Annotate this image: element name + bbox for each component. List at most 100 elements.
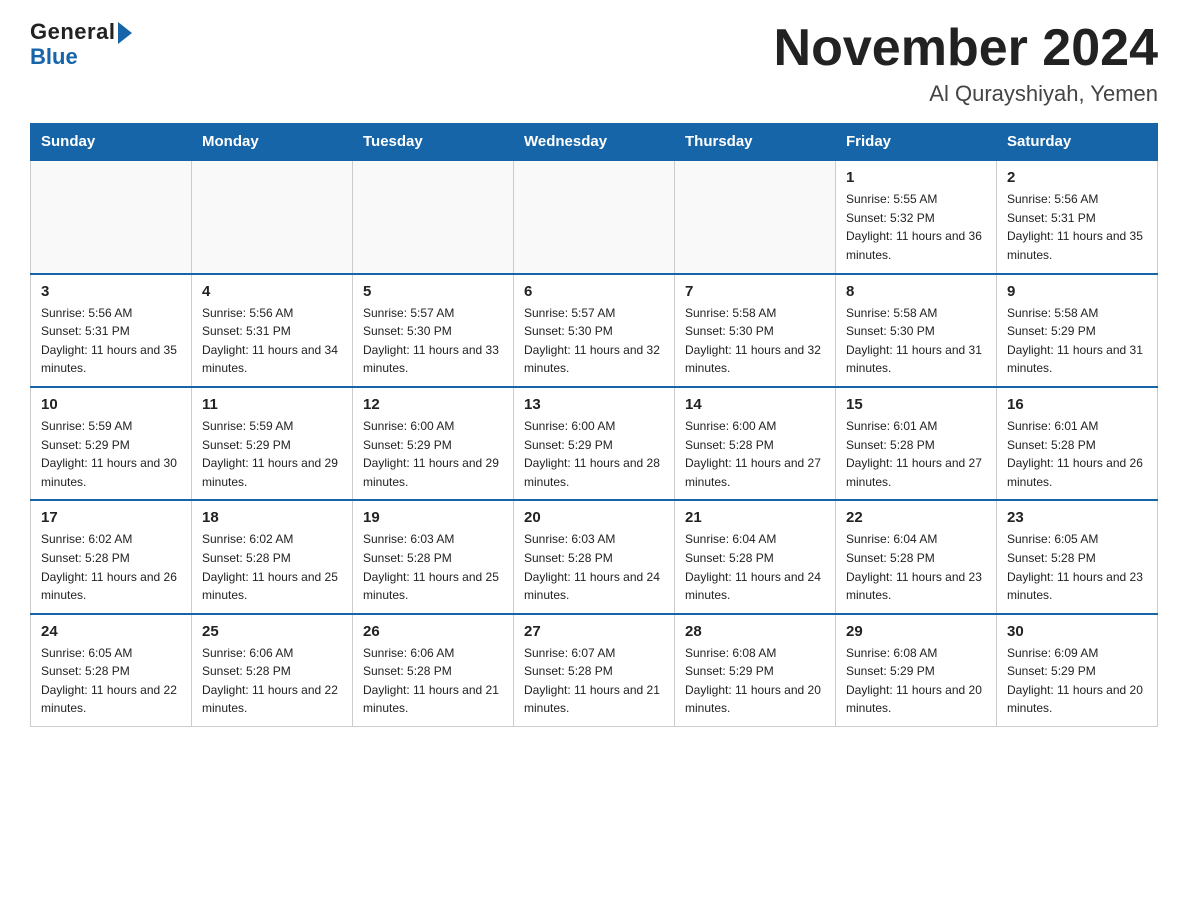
logo: General Blue <box>30 20 132 70</box>
calendar-cell: 7Sunrise: 5:58 AMSunset: 5:30 PMDaylight… <box>675 274 836 387</box>
day-number: 28 <box>685 623 825 640</box>
calendar-week-5: 24 Sunrise: 6:05 AMSunset: 5:28 PMDayligh… <box>31 614 1158 727</box>
day-info: Sunrise: 5:58 AMSunset: 5:29 PMDaylight:… <box>1007 304 1147 378</box>
calendar-cell: 2 Sunrise: 5:56 AMSunset: 5:31 PMDaylight… <box>997 160 1158 273</box>
calendar-cell: 14 Sunrise: 6:00 AMSunset: 5:28 PMDayligh… <box>675 387 836 500</box>
day-number: 10 <box>41 396 181 413</box>
weekday-header-row: SundayMondayTuesdayWednesdayThursdayFrid… <box>31 124 1158 161</box>
day-number: 19 <box>363 509 503 526</box>
day-info: Sunrise: 6:04 AMSunset: 5:28 PMDaylight:… <box>846 530 986 604</box>
calendar-cell: 22 Sunrise: 6:04 AMSunset: 5:28 PMDayligh… <box>836 500 997 613</box>
logo-arrow-icon <box>118 22 132 44</box>
day-info: Sunrise: 5:56 AMSunset: 5:31 PMDaylight:… <box>1007 190 1147 264</box>
calendar-cell: 26Sunrise: 6:06 AMSunset: 5:28 PMDayligh… <box>353 614 514 727</box>
calendar-cell: 16 Sunrise: 6:01 AMSunset: 5:28 PMDayligh… <box>997 387 1158 500</box>
calendar-cell: 20 Sunrise: 6:03 AMSunset: 5:28 PMDayligh… <box>514 500 675 613</box>
calendar-cell: 30Sunrise: 6:09 AMSunset: 5:29 PMDayligh… <box>997 614 1158 727</box>
calendar-cell: 8 Sunrise: 5:58 AMSunset: 5:30 PMDaylight… <box>836 274 997 387</box>
weekday-header-sunday: Sunday <box>31 124 192 161</box>
day-number: 25 <box>202 623 342 640</box>
day-info: Sunrise: 6:04 AMSunset: 5:28 PMDaylight:… <box>685 530 825 604</box>
day-info: Sunrise: 5:59 AMSunset: 5:29 PMDaylight:… <box>41 417 181 491</box>
day-info: Sunrise: 6:08 AMSunset: 5:29 PMDaylight:… <box>846 644 986 718</box>
calendar-cell: 25 Sunrise: 6:06 AMSunset: 5:28 PMDayligh… <box>192 614 353 727</box>
weekday-header-friday: Friday <box>836 124 997 161</box>
day-info: Sunrise: 6:03 AMSunset: 5:28 PMDaylight:… <box>363 530 503 604</box>
day-number: 18 <box>202 509 342 526</box>
calendar-week-4: 17 Sunrise: 6:02 AMSunset: 5:28 PMDayligh… <box>31 500 1158 613</box>
month-title: November 2024 <box>774 20 1158 77</box>
calendar-cell: 18 Sunrise: 6:02 AMSunset: 5:28 PMDayligh… <box>192 500 353 613</box>
day-number: 15 <box>846 396 986 413</box>
day-number: 14 <box>685 396 825 413</box>
day-number: 2 <box>1007 169 1147 186</box>
location-title: Al Qurayshiyah, Yemen <box>774 81 1158 107</box>
day-number: 9 <box>1007 283 1147 300</box>
day-info: Sunrise: 5:58 AMSunset: 5:30 PMDaylight:… <box>846 304 986 378</box>
calendar-cell: 5 Sunrise: 5:57 AMSunset: 5:30 PMDaylight… <box>353 274 514 387</box>
day-info: Sunrise: 5:57 AMSunset: 5:30 PMDaylight:… <box>524 304 664 378</box>
calendar-cell: 12Sunrise: 6:00 AMSunset: 5:29 PMDayligh… <box>353 387 514 500</box>
day-number: 16 <box>1007 396 1147 413</box>
calendar-cell: 6 Sunrise: 5:57 AMSunset: 5:30 PMDaylight… <box>514 274 675 387</box>
day-number: 20 <box>524 509 664 526</box>
calendar-week-1: 1 Sunrise: 5:55 AMSunset: 5:32 PMDaylight… <box>31 160 1158 273</box>
day-info: Sunrise: 5:55 AMSunset: 5:32 PMDaylight:… <box>846 190 986 264</box>
calendar-cell <box>31 160 192 273</box>
calendar-cell: 3 Sunrise: 5:56 AMSunset: 5:31 PMDaylight… <box>31 274 192 387</box>
calendar-header: SundayMondayTuesdayWednesdayThursdayFrid… <box>31 124 1158 161</box>
day-number: 8 <box>846 283 986 300</box>
calendar-cell: 24 Sunrise: 6:05 AMSunset: 5:28 PMDayligh… <box>31 614 192 727</box>
day-info: Sunrise: 6:01 AMSunset: 5:28 PMDaylight:… <box>846 417 986 491</box>
calendar-cell <box>675 160 836 273</box>
day-info: Sunrise: 6:00 AMSunset: 5:29 PMDaylight:… <box>363 417 503 491</box>
calendar-cell: 10 Sunrise: 5:59 AMSunset: 5:29 PMDayligh… <box>31 387 192 500</box>
day-info: Sunrise: 5:58 AMSunset: 5:30 PMDaylight:… <box>685 304 825 378</box>
day-number: 21 <box>685 509 825 526</box>
calendar-cell: 23 Sunrise: 6:05 AMSunset: 5:28 PMDayligh… <box>997 500 1158 613</box>
day-number: 13 <box>524 396 664 413</box>
day-info: Sunrise: 6:01 AMSunset: 5:28 PMDaylight:… <box>1007 417 1147 491</box>
day-info: Sunrise: 6:02 AMSunset: 5:28 PMDaylight:… <box>202 530 342 604</box>
day-info: Sunrise: 6:03 AMSunset: 5:28 PMDaylight:… <box>524 530 664 604</box>
day-info: Sunrise: 5:56 AMSunset: 5:31 PMDaylight:… <box>41 304 181 378</box>
weekday-header-wednesday: Wednesday <box>514 124 675 161</box>
calendar-cell: 13 Sunrise: 6:00 AMSunset: 5:29 PMDayligh… <box>514 387 675 500</box>
calendar-body: 1 Sunrise: 5:55 AMSunset: 5:32 PMDaylight… <box>31 160 1158 726</box>
day-number: 3 <box>41 283 181 300</box>
weekday-header-tuesday: Tuesday <box>353 124 514 161</box>
logo-general-text: General <box>30 20 132 44</box>
calendar-cell: 28Sunrise: 6:08 AMSunset: 5:29 PMDayligh… <box>675 614 836 727</box>
calendar-cell: 11Sunrise: 5:59 AMSunset: 5:29 PMDayligh… <box>192 387 353 500</box>
calendar-cell: 27Sunrise: 6:07 AMSunset: 5:28 PMDayligh… <box>514 614 675 727</box>
day-info: Sunrise: 5:56 AMSunset: 5:31 PMDaylight:… <box>202 304 342 378</box>
calendar-cell: 17Sunrise: 6:02 AMSunset: 5:28 PMDayligh… <box>31 500 192 613</box>
day-number: 30 <box>1007 623 1147 640</box>
day-info: Sunrise: 6:06 AMSunset: 5:28 PMDaylight:… <box>202 644 342 718</box>
day-info: Sunrise: 5:59 AMSunset: 5:29 PMDaylight:… <box>202 417 342 491</box>
day-number: 1 <box>846 169 986 186</box>
weekday-header-saturday: Saturday <box>997 124 1158 161</box>
day-info: Sunrise: 6:05 AMSunset: 5:28 PMDaylight:… <box>1007 530 1147 604</box>
day-number: 6 <box>524 283 664 300</box>
calendar-cell: 29 Sunrise: 6:08 AMSunset: 5:29 PMDayligh… <box>836 614 997 727</box>
day-info: Sunrise: 6:00 AMSunset: 5:28 PMDaylight:… <box>685 417 825 491</box>
day-number: 17 <box>41 509 181 526</box>
day-info: Sunrise: 6:06 AMSunset: 5:28 PMDaylight:… <box>363 644 503 718</box>
day-number: 29 <box>846 623 986 640</box>
calendar-cell: 19 Sunrise: 6:03 AMSunset: 5:28 PMDayligh… <box>353 500 514 613</box>
calendar-week-2: 3 Sunrise: 5:56 AMSunset: 5:31 PMDaylight… <box>31 274 1158 387</box>
day-number: 22 <box>846 509 986 526</box>
calendar-week-3: 10 Sunrise: 5:59 AMSunset: 5:29 PMDayligh… <box>31 387 1158 500</box>
calendar-cell <box>192 160 353 273</box>
calendar-cell: 9 Sunrise: 5:58 AMSunset: 5:29 PMDaylight… <box>997 274 1158 387</box>
day-info: Sunrise: 6:00 AMSunset: 5:29 PMDaylight:… <box>524 417 664 491</box>
day-info: Sunrise: 6:05 AMSunset: 5:28 PMDaylight:… <box>41 644 181 718</box>
day-number: 23 <box>1007 509 1147 526</box>
day-number: 5 <box>363 283 503 300</box>
day-number: 24 <box>41 623 181 640</box>
calendar-table: SundayMondayTuesdayWednesdayThursdayFrid… <box>30 123 1158 727</box>
weekday-header-thursday: Thursday <box>675 124 836 161</box>
day-info: Sunrise: 5:57 AMSunset: 5:30 PMDaylight:… <box>363 304 503 378</box>
logo-blue-text: Blue <box>30 44 78 70</box>
